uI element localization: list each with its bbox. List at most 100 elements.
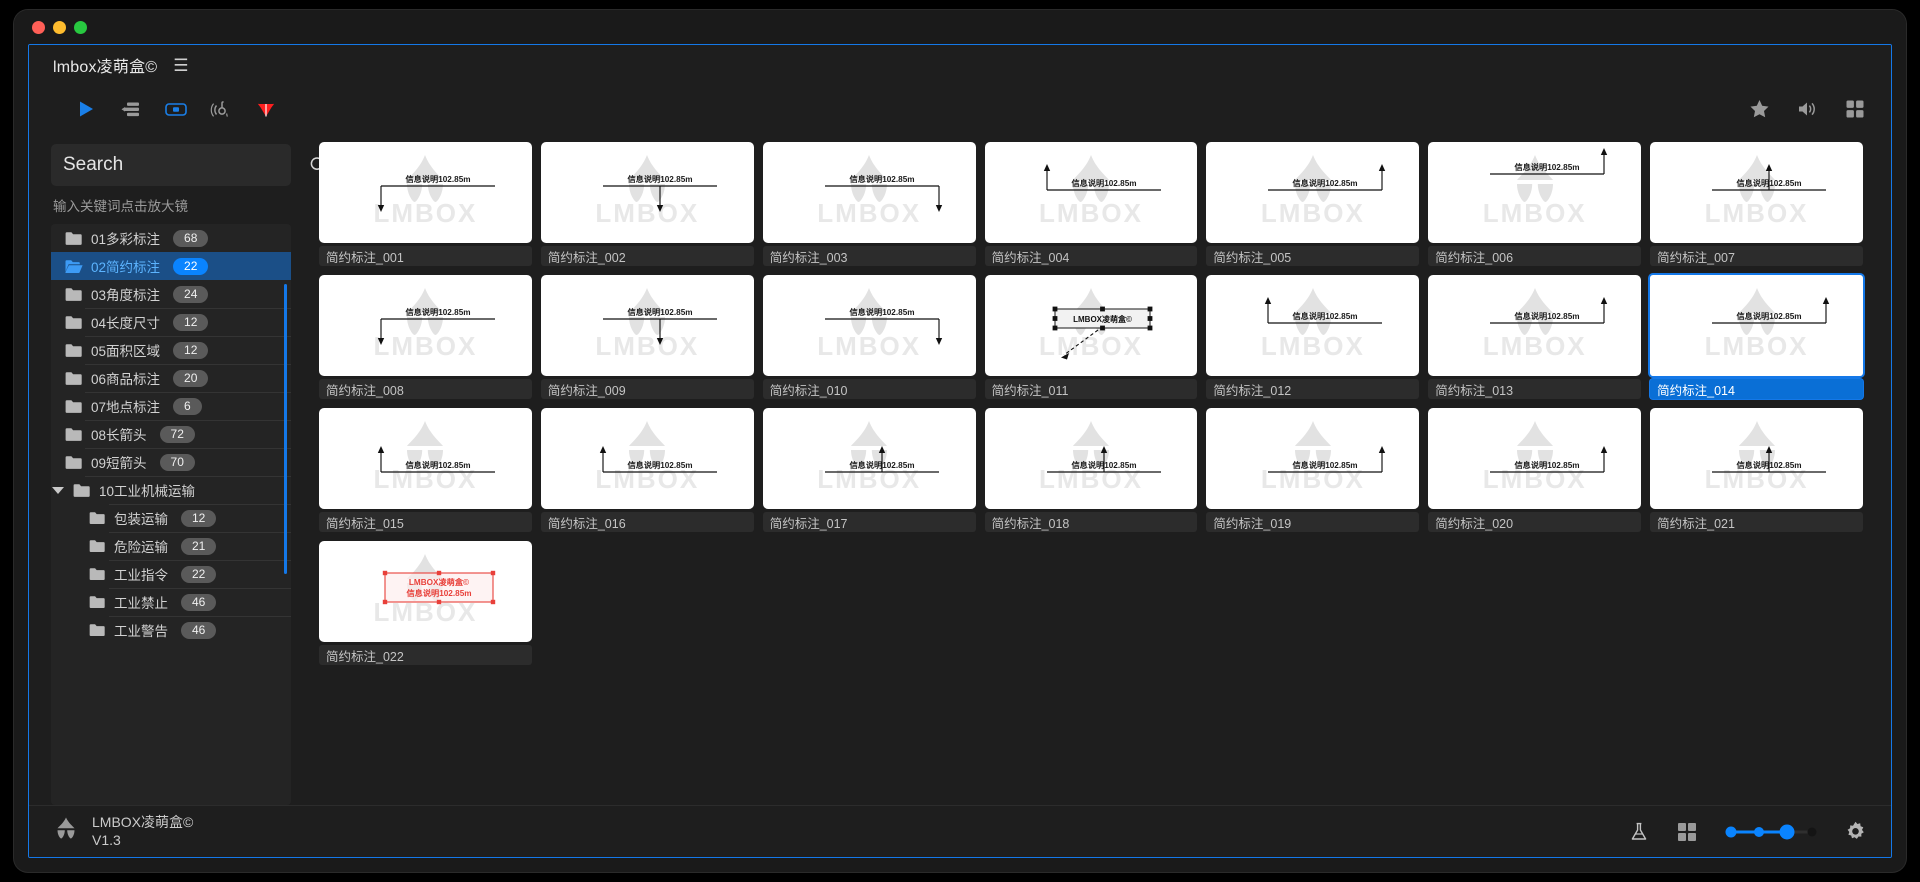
thumbnail-card[interactable]: LMBOX 信息说明102.85m 简约标注_019 [1206, 408, 1420, 532]
thumbnail-card[interactable]: LMBOX 信息说明102.85m 简约标注_016 [540, 408, 754, 532]
thumbnail-label[interactable]: 简约标注_012 [1206, 379, 1420, 399]
thumbnail-image[interactable]: LMBOX 信息说明102.85m [1428, 408, 1642, 509]
slider-step-dot[interactable] [1725, 826, 1737, 837]
sidebar-scrollbar-track[interactable] [284, 284, 287, 805]
thumbnail-card[interactable]: LMBOX 信息说明102.85m 简约标注_009 [540, 275, 754, 399]
sidebar-folder-item[interactable]: 07地点标注 6 [51, 392, 291, 420]
thumbnail-label[interactable]: 简约标注_015 [319, 512, 532, 532]
thumbnail-card[interactable]: LMBOX 信息说明102.85m 简约标注_017 [762, 408, 976, 532]
thumbnail-label[interactable]: 简约标注_018 [984, 512, 1198, 532]
flask-icon[interactable] [1628, 821, 1650, 843]
thumbnail-card[interactable]: LMBOX LMBOX凌萌盒© 信息说明102.85m 简约标注_022 [319, 541, 532, 665]
speaker-icon[interactable] [1795, 97, 1819, 121]
sidebar-folder-item[interactable]: 02简约标注 22 [51, 252, 291, 280]
sidebar-folder-item[interactable]: 01多彩标注 68 [51, 224, 291, 252]
thumbnail-label[interactable]: 简约标注_013 [1428, 379, 1642, 399]
sidebar-folder-item[interactable]: 08长箭头 72 [51, 420, 291, 448]
thumbnail-label[interactable]: 简约标注_008 [319, 379, 532, 399]
thumbnail-label[interactable]: 简约标注_014 [1650, 379, 1863, 399]
thumbnail-image[interactable]: LMBOX 信息说明102.85m [319, 408, 532, 509]
thumbnail-card[interactable]: LMBOX 信息说明102.85m 简约标注_007 [1650, 142, 1863, 266]
thumbnail-image[interactable]: LMBOX 信息说明102.85m [540, 408, 754, 509]
sidebar-folder-item[interactable]: 09短箭头 70 [51, 448, 291, 476]
search-input[interactable] [63, 154, 308, 176]
thumbnail-card[interactable]: LMBOX 信息说明102.85m 简约标注_013 [1428, 275, 1642, 399]
thumbnail-label[interactable]: 简约标注_021 [1650, 512, 1863, 532]
folder-list[interactable]: 01多彩标注 68 02简约标注 22 03角度标注 24 04长度尺寸 12 05面积… [51, 224, 291, 805]
thumbnail-label[interactable]: 简约标注_010 [762, 379, 976, 399]
thumbnail-card[interactable]: LMBOX 信息说明102.85m 简约标注_020 [1428, 408, 1642, 532]
thumbnail-card[interactable]: LMBOX 信息说明102.85m 简约标注_018 [984, 408, 1198, 532]
thumbnail-image[interactable]: LMBOX 信息说明102.85m [319, 142, 532, 243]
sidebar-folder-item[interactable]: 06商品标注 20 [51, 364, 291, 392]
thumbnail-label[interactable]: 简约标注_003 [762, 246, 976, 266]
thumbnail-label[interactable]: 简约标注_001 [319, 246, 532, 266]
thumbnail-image[interactable]: LMBOX 信息说明102.85m [1650, 275, 1863, 376]
thumbnail-image[interactable]: LMBOX 信息说明102.85m [1206, 142, 1420, 243]
sidebar-folder-item[interactable]: 包装运输 12 [51, 504, 291, 532]
diamond-icon[interactable] [254, 97, 278, 121]
thumbnail-card[interactable]: LMBOX 信息说明102.85m 简约标注_012 [1206, 275, 1420, 399]
thumbnail-image[interactable]: LMBOX 信息说明102.85m [1428, 275, 1642, 376]
thumbnail-label[interactable]: 简约标注_002 [540, 246, 754, 266]
thumbnail-label[interactable]: 简约标注_016 [540, 512, 754, 532]
sidebar-folder-item[interactable]: 工业禁止 46 [51, 588, 291, 616]
thumbnail-card[interactable]: LMBOX 信息说明102.85m 简约标注_001 [319, 142, 532, 266]
thumbnail-label[interactable]: 简约标注_011 [984, 379, 1198, 399]
thumbnail-image[interactable]: LMBOX 信息说明102.85m [984, 142, 1198, 243]
thumbnail-card[interactable]: LMBOX 信息说明102.85m 简约标注_006 [1428, 142, 1642, 266]
thumbnail-card[interactable]: LMBOX LMBOX凌萌盒© 简约标注_011 [984, 275, 1198, 399]
thumbnail-label[interactable]: 简约标注_009 [540, 379, 754, 399]
thumbnail-label[interactable]: 简约标注_004 [984, 246, 1198, 266]
thumbnail-image[interactable]: LMBOX 信息说明102.85m [540, 275, 754, 376]
slider-step-dot[interactable] [1807, 827, 1817, 836]
thumbnail-label[interactable]: 简约标注_005 [1206, 246, 1420, 266]
frame-icon[interactable] [164, 97, 188, 121]
thumbnail-label[interactable]: 简约标注_006 [1428, 246, 1642, 266]
star-icon[interactable] [1747, 97, 1771, 121]
sidebar-folder-item[interactable]: 工业指令 22 [51, 560, 291, 588]
window-minimize-button[interactable] [53, 20, 66, 34]
signal-icon[interactable] [209, 97, 233, 121]
thumbnail-image[interactable]: LMBOX 信息说明102.85m [1206, 408, 1420, 509]
thumbnail-label[interactable]: 简约标注_022 [319, 645, 532, 665]
slider-step-dot[interactable] [1779, 824, 1795, 839]
hamburger-icon[interactable]: ☰ [173, 57, 188, 74]
thumbnail-card[interactable]: LMBOX 信息说明102.85m 简约标注_015 [319, 408, 532, 532]
slider-step-dot[interactable] [1754, 826, 1764, 837]
sidebar-folder-item[interactable]: 工业警告 46 [51, 616, 291, 644]
thumbnail-card[interactable]: LMBOX 信息说明102.85m 简约标注_014 [1650, 275, 1863, 399]
thumbnail-label[interactable]: 简约标注_007 [1650, 246, 1863, 266]
thumbnail-label[interactable]: 简约标注_020 [1428, 512, 1642, 532]
thumbnail-image[interactable]: LMBOX 信息说明102.85m [1206, 275, 1420, 376]
thumbnail-card[interactable]: LMBOX 信息说明102.85m 简约标注_003 [762, 142, 976, 266]
thumbnail-card[interactable]: LMBOX 信息说明102.85m 简约标注_010 [762, 275, 976, 399]
sidebar-folder-item[interactable]: 危险运输 21 [51, 532, 291, 560]
settings-gear-icon[interactable] [1844, 820, 1867, 843]
thumbnail-image[interactable]: LMBOX 信息说明102.85m [1650, 408, 1863, 509]
thumbnail-card[interactable]: LMBOX 信息说明102.85m 简约标注_004 [984, 142, 1198, 266]
search-box[interactable] [51, 144, 327, 186]
thumbnail-image[interactable]: LMBOX 信息说明102.85m [762, 408, 976, 509]
sidebar-folder-item[interactable]: 05面积区域 12 [51, 336, 291, 364]
thumbnail-label[interactable]: 简约标注_019 [1206, 512, 1420, 532]
thumbnail-image[interactable]: LMBOX 信息说明102.85m [319, 275, 532, 376]
thumbnail-image[interactable]: LMBOX LMBOX凌萌盒© [984, 275, 1198, 376]
thumbnail-card[interactable]: LMBOX 信息说明102.85m 简约标注_005 [1206, 142, 1420, 266]
window-close-button[interactable] [32, 20, 45, 34]
chevron-down-icon[interactable] [52, 486, 64, 494]
list-align-icon[interactable] [119, 97, 143, 121]
thumbnail-image[interactable]: LMBOX 信息说明102.85m [540, 142, 754, 243]
thumbnail-image[interactable]: LMBOX 信息说明102.85m [984, 408, 1198, 509]
thumbnail-image[interactable]: LMBOX LMBOX凌萌盒© 信息说明102.85m [319, 541, 532, 642]
window-maximize-button[interactable] [74, 20, 87, 34]
sidebar-folder-item[interactable]: 10工业机械运输 [51, 476, 291, 504]
thumbnail-card[interactable]: LMBOX 信息说明102.85m 简约标注_002 [540, 142, 754, 266]
thumbnail-image[interactable]: LMBOX 信息说明102.85m [762, 142, 976, 243]
play-icon[interactable] [74, 97, 98, 121]
sidebar-folder-item[interactable]: 03角度标注 24 [51, 280, 291, 308]
thumbnail-card[interactable]: LMBOX 信息说明102.85m 简约标注_021 [1650, 408, 1863, 532]
grid-icon[interactable] [1843, 97, 1867, 121]
sidebar-scrollbar-thumb[interactable] [284, 284, 287, 574]
thumbnail-card[interactable]: LMBOX 信息说明102.85m 简约标注_008 [319, 275, 532, 399]
